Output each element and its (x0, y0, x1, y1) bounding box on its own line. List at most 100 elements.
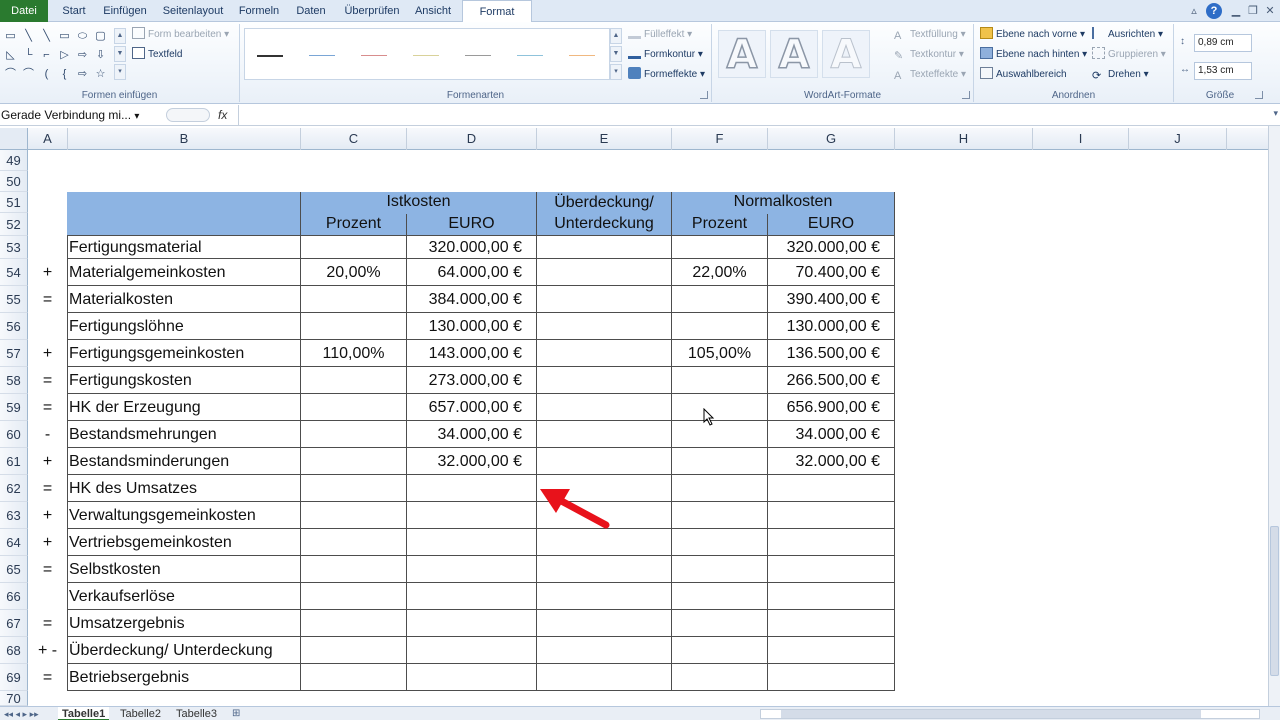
ueberdeckung-cell[interactable] (537, 556, 672, 583)
header-norm-prozent[interactable]: Prozent (672, 214, 768, 236)
ist-euro-cell[interactable] (407, 556, 537, 583)
column-header-h[interactable]: H (895, 128, 1033, 150)
shape-option-icon[interactable]: ☆ (94, 68, 107, 81)
ist-euro-cell[interactable] (407, 610, 537, 637)
tab-einfügen[interactable]: Einfügen (98, 0, 152, 22)
norm-euro-cell[interactable]: 34.000,00 € (768, 421, 895, 448)
column-header-i[interactable]: I (1033, 128, 1129, 150)
row-header-69[interactable]: 69 (0, 664, 28, 691)
line-style-4[interactable] (413, 55, 439, 56)
norm-prozent-cell[interactable] (672, 236, 768, 259)
ist-euro-cell[interactable]: 273.000,00 € (407, 367, 537, 394)
shape-option-icon[interactable]: { (58, 68, 71, 81)
formeffekte-button[interactable]: Formeffekte ▾ (628, 66, 705, 84)
tab-datei[interactable]: Datei (0, 0, 48, 22)
tab-daten[interactable]: Daten (290, 0, 332, 22)
row-operator[interactable]: + (28, 502, 67, 529)
column-header-e[interactable]: E (537, 128, 672, 150)
select-all-corner[interactable] (0, 128, 28, 150)
shape-option-icon[interactable]: ╲ (22, 30, 35, 43)
name-box-dropdown-icon[interactable]: ▾ (134, 111, 139, 122)
column-header-a[interactable]: A (28, 128, 68, 150)
ist-prozent-cell[interactable] (301, 236, 407, 259)
horizontal-scroll-thumb[interactable] (781, 710, 1201, 718)
row-header-58[interactable]: 58 (0, 367, 28, 394)
ist-prozent-cell[interactable] (301, 367, 407, 394)
norm-prozent-cell[interactable] (672, 448, 768, 475)
tab-seitenlayout[interactable]: Seitenlayout (158, 0, 228, 22)
norm-euro-cell[interactable]: 130.000,00 € (768, 313, 895, 340)
norm-euro-cell[interactable] (768, 637, 895, 664)
ist-euro-cell[interactable]: 384.000,00 € (407, 286, 537, 313)
row-label[interactable]: Fertigungsmaterial (67, 236, 301, 259)
row-operator[interactable]: = (28, 286, 67, 313)
row-header-54[interactable]: 54 (0, 259, 28, 286)
row-header-53[interactable]: 53 (0, 236, 28, 259)
row-operator[interactable]: = (28, 610, 67, 637)
norm-prozent-cell[interactable]: 105,00% (672, 340, 768, 367)
row-operator[interactable]: + (28, 340, 67, 367)
window-close-icon[interactable]: ✕ (1262, 3, 1278, 19)
row-header-50[interactable]: 50 (0, 171, 28, 192)
ist-prozent-cell[interactable] (301, 664, 407, 691)
ueberdeckung-cell[interactable] (537, 448, 672, 475)
ueberdeckung-cell[interactable] (537, 367, 672, 394)
ueberdeckung-cell[interactable] (537, 529, 672, 556)
shape-option-icon[interactable]: ⬭ (76, 30, 89, 43)
column-header-b[interactable]: B (68, 128, 301, 150)
shape-option-icon[interactable]: ⌒ (4, 68, 17, 81)
row-header-62[interactable]: 62 (0, 475, 28, 502)
ist-prozent-cell[interactable] (301, 637, 407, 664)
shape-option-icon[interactable]: ▭ (58, 30, 71, 43)
row-label[interactable]: Verwaltungsgemeinkosten (67, 502, 301, 529)
norm-euro-cell[interactable] (768, 610, 895, 637)
shape-gallery-scroll-down[interactable]: ▼ (114, 46, 126, 62)
ist-prozent-cell[interactable] (301, 448, 407, 475)
row-header-64[interactable]: 64 (0, 529, 28, 556)
minimize-ribbon-icon[interactable]: ▵ (1186, 3, 1202, 19)
row-operator[interactable]: + (28, 448, 67, 475)
line-style-2[interactable] (309, 55, 335, 56)
row-operator[interactable] (28, 583, 67, 610)
norm-euro-cell[interactable] (768, 502, 895, 529)
row-label[interactable]: Selbstkosten (67, 556, 301, 583)
row-label[interactable]: Fertigungskosten (67, 367, 301, 394)
ausrichten-button[interactable]: Ausrichten ▾ (1092, 26, 1163, 44)
ist-prozent-cell[interactable]: 20,00% (301, 259, 407, 286)
row-header-61[interactable]: 61 (0, 448, 28, 475)
ueberdeckung-cell[interactable] (537, 583, 672, 610)
textfuellung-button[interactable]: A Textfüllung ▾ (894, 26, 966, 44)
formula-cancel-enter-buttons[interactable] (166, 108, 210, 122)
row-header-57[interactable]: 57 (0, 340, 28, 367)
wordart-dialog-launcher[interactable] (962, 91, 970, 99)
row-label[interactable]: Bestandsmehrungen (67, 421, 301, 448)
shape-gallery-scroll-up[interactable]: ▲ (114, 28, 126, 44)
row-header-51[interactable]: 51 (0, 192, 28, 213)
row-operator[interactable]: = (28, 556, 67, 583)
shape-option-icon[interactable]: ◺ (4, 49, 17, 62)
header-blank-cell[interactable] (67, 192, 301, 236)
ist-euro-cell[interactable]: 130.000,00 € (407, 313, 537, 340)
wordart-style-2[interactable]: A (770, 30, 818, 79)
ueberdeckung-cell[interactable] (537, 340, 672, 367)
sheet-tab-tabelle2[interactable]: Tabelle2 (116, 707, 165, 720)
ist-prozent-cell[interactable] (301, 529, 407, 556)
norm-prozent-cell[interactable] (672, 313, 768, 340)
column-header-d[interactable]: D (407, 128, 537, 150)
norm-euro-cell[interactable]: 656.900,00 € (768, 394, 895, 421)
row-header-49[interactable]: 49 (0, 150, 28, 171)
row-header-60[interactable]: 60 (0, 421, 28, 448)
ist-euro-cell[interactable]: 32.000,00 € (407, 448, 537, 475)
row-operator[interactable]: + (28, 529, 67, 556)
row-label[interactable]: Bestandsminderungen (67, 448, 301, 475)
horizontal-scrollbar[interactable] (760, 709, 1260, 719)
column-header-f[interactable]: F (672, 128, 768, 150)
norm-prozent-cell[interactable] (672, 421, 768, 448)
norm-prozent-cell[interactable] (672, 475, 768, 502)
row-operator[interactable]: + - (28, 637, 67, 664)
shape-option-icon[interactable]: ▷ (58, 49, 71, 62)
ueberdeckung-cell[interactable] (537, 313, 672, 340)
form-bearbeiten-button[interactable]: Form bearbeiten ▾ (132, 26, 229, 44)
norm-prozent-cell[interactable] (672, 610, 768, 637)
ist-euro-cell[interactable] (407, 583, 537, 610)
